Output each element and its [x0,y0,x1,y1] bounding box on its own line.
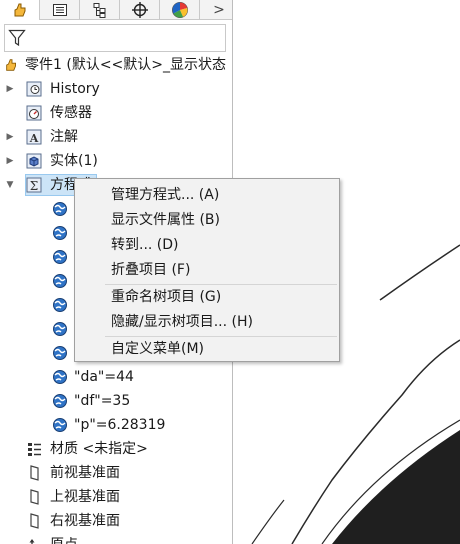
expand-arrow-icon[interactable]: ▶ [5,77,15,101]
more-tabs-button[interactable]: > [206,0,232,20]
tree-item-label: History [50,81,100,97]
tree-item-solid-bodies[interactable]: ▶ 实体(1) [0,149,232,173]
equation-label: "da"=44 [74,369,134,385]
equation-label: "df"=35 [74,393,131,409]
tree-item-top-plane[interactable]: 上视基准面 [0,485,232,509]
global-variable-icon [53,370,67,384]
menu-item-customize-menu[interactable]: 自定义菜单(M) [76,337,338,362]
global-variable-icon [53,346,67,360]
menu-item-hide-show-tree-items[interactable]: 隐藏/显示树项目... (H) [76,310,338,335]
dimxpert-icon [131,2,148,18]
equation-label: "p"=6.28319 [74,417,166,433]
collapse-arrow-icon[interactable]: ▼ [5,173,15,197]
tree-root-label: 零件1 (默认<<默认>_显示状态 [25,57,227,73]
tree-item-sensors[interactable]: 传感器 [0,101,232,125]
part-icon [6,59,16,71]
display-manager-icon [171,2,188,18]
manager-tab-bar: > [0,0,232,20]
tree-item-annotations[interactable]: ▶ A 注解 [0,125,232,149]
equation-folder-icon: Σ [26,177,42,193]
tree-item-label: 传感器 [50,105,92,121]
tree-filter-input[interactable] [4,24,226,52]
tree-item-label: 前视基准面 [50,465,120,481]
filter-icon [8,29,26,47]
equation-item-p[interactable]: "p"=6.28319 [0,413,232,437]
display-manager-tab[interactable] [160,0,200,20]
annotation-icon: A [26,129,42,145]
configuration-manager-tab[interactable] [80,0,120,20]
tree-item-material[interactable]: 材质 <未指定> [0,437,232,461]
context-menu: 管理方程式... (A) 显示文件属性 (B) 转到... (D) 折叠项目 (… [74,178,340,362]
property-manager-tab[interactable] [40,0,80,20]
svg-text:A: A [29,132,39,145]
menu-item-rename-tree-item[interactable]: 重命名树项目 (G) [76,285,338,310]
tree-item-label: 右视基准面 [50,513,120,529]
tree-item-front-plane[interactable]: 前视基准面 [0,461,232,485]
global-variable-icon [53,322,67,336]
tree-item-label: 上视基准面 [50,489,120,505]
menu-item-goto[interactable]: 转到... (D) [76,233,338,258]
global-variable-icon [53,226,67,240]
svg-text:Σ: Σ [30,179,38,193]
tree-item-right-plane[interactable]: 右视基准面 [0,509,232,533]
dimxpert-tab[interactable] [120,0,160,20]
menu-item-manage-equations[interactable]: 管理方程式... (A) [76,183,338,208]
equation-item-df[interactable]: "df"=35 [0,389,232,413]
global-variable-icon [53,418,67,432]
sensor-icon [26,105,42,121]
expand-arrow-icon[interactable]: ▶ [5,125,15,149]
plane-icon [30,513,39,529]
tree-item-label: 原点 [50,533,78,544]
plane-icon [30,465,39,481]
tree-item-history[interactable]: ▶ History [0,77,232,101]
property-manager-icon [52,4,67,16]
tree-item-origin[interactable]: 原点 [0,533,232,544]
expand-arrow-icon[interactable]: ▶ [5,149,15,173]
equation-item-da[interactable]: "da"=44 [0,365,232,389]
global-variable-icon [53,202,67,216]
plane-icon [30,489,39,505]
origin-icon [29,539,35,544]
menu-item-collapse-items[interactable]: 折叠项目 (F) [76,258,338,283]
tree-root-part[interactable]: 零件1 (默认<<默认>_显示状态 [0,53,232,77]
global-variable-icon [53,250,67,264]
tree-item-label: 实体(1) [50,153,98,169]
material-icon [28,443,41,456]
global-variable-icon [53,274,67,288]
history-icon [26,81,42,97]
tree-item-label: 材质 <未指定> [50,441,148,457]
feature-manager-icon [14,3,25,17]
solid-body-icon [26,153,42,169]
configuration-manager-icon [93,3,105,18]
global-variable-icon [53,394,67,408]
feature-manager-tab[interactable] [0,0,40,20]
global-variable-icon [53,298,67,312]
tree-item-label: 注解 [50,129,78,145]
menu-item-document-properties[interactable]: 显示文件属性 (B) [76,208,338,233]
